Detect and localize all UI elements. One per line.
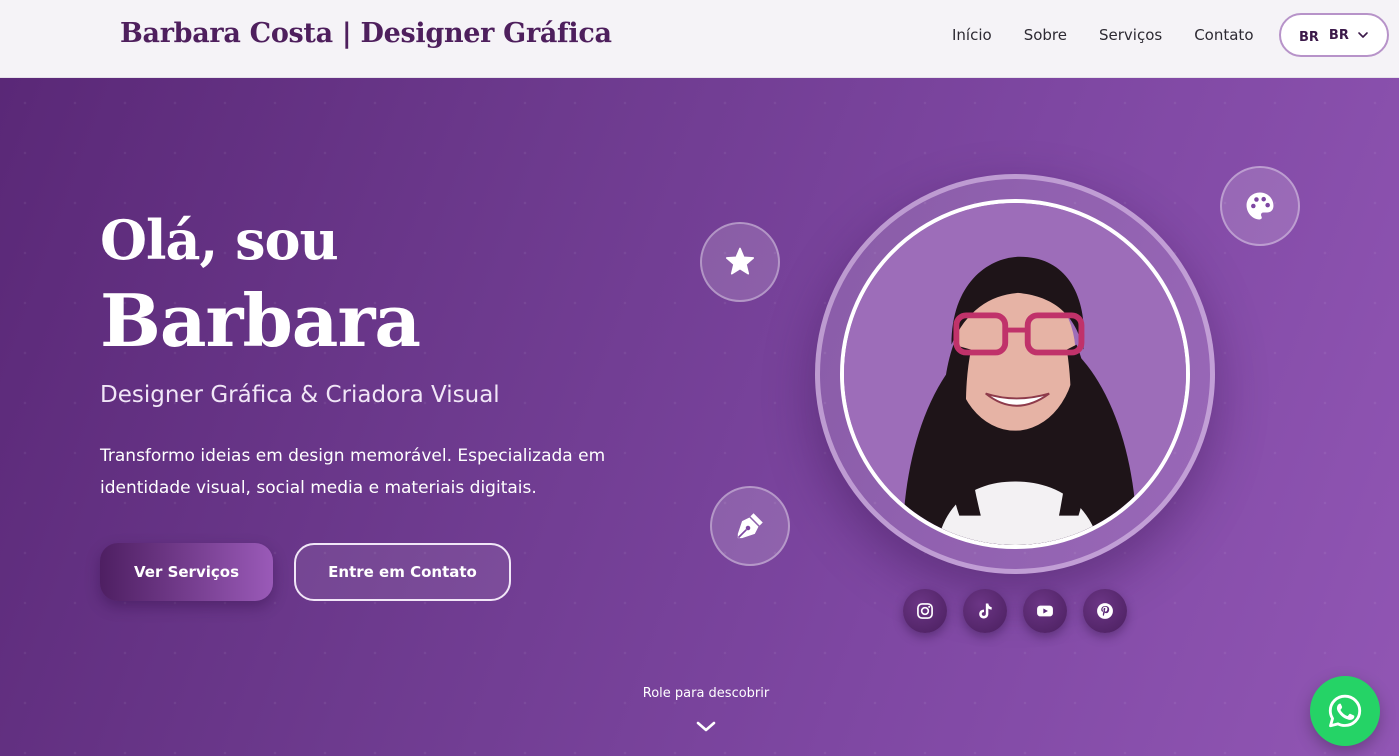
- whatsapp-icon: [1328, 694, 1362, 728]
- palette-badge: [1220, 166, 1300, 246]
- youtube-icon: [1037, 605, 1053, 617]
- hero-greeting: Olá, sou: [100, 208, 339, 272]
- hero-description: Transformo ideias em design memorável. E…: [100, 446, 606, 498]
- whatsapp-button[interactable]: [1310, 676, 1380, 746]
- tiktok-icon: [979, 603, 992, 619]
- language-selector[interactable]: BR BR: [1279, 13, 1389, 57]
- nav-sobre[interactable]: Sobre: [1024, 26, 1067, 44]
- pinterest-link[interactable]: [1083, 589, 1127, 633]
- social-links: [903, 589, 1127, 633]
- pen-badge: [710, 486, 790, 566]
- pinterest-icon: [1097, 603, 1113, 619]
- language-code: BR: [1328, 27, 1349, 43]
- chevron-down-scroll-icon[interactable]: [695, 718, 717, 736]
- hero-subtitle: Designer Gráfica & Criadora Visual: [100, 382, 500, 408]
- brand-logo[interactable]: Barbara Costa | Designer Gráfica: [120, 18, 612, 49]
- pen-nib-icon: [737, 513, 763, 539]
- scroll-hint: Role para descobrir: [642, 686, 770, 701]
- nav-servicos[interactable]: Serviços: [1099, 26, 1162, 44]
- profile-photo: [840, 199, 1190, 549]
- hero-section: Olá, sou Barbara Designer Gráfica & Cria…: [0, 78, 1399, 756]
- youtube-link[interactable]: [1023, 589, 1067, 633]
- palette-icon: [1246, 192, 1274, 220]
- instagram-icon: [917, 603, 933, 619]
- contact-button[interactable]: Entre em Contato: [294, 543, 511, 601]
- nav-contato[interactable]: Contato: [1194, 26, 1253, 44]
- profile-portrait-image: [844, 203, 1186, 545]
- main-nav: Início Sobre Serviços Contato: [952, 26, 1286, 44]
- site-header: Barbara Costa | Designer Gráfica Início …: [0, 0, 1399, 78]
- instagram-link[interactable]: [903, 589, 947, 633]
- language-flag: BR: [1299, 29, 1319, 45]
- star-icon: [725, 247, 755, 275]
- hero-name: Barbara: [100, 278, 421, 363]
- tiktok-link[interactable]: [963, 589, 1007, 633]
- view-services-button[interactable]: Ver Serviços: [100, 543, 273, 601]
- star-badge: [700, 222, 780, 302]
- nav-inicio[interactable]: Início: [952, 26, 992, 44]
- chevron-down-icon: [1358, 32, 1368, 38]
